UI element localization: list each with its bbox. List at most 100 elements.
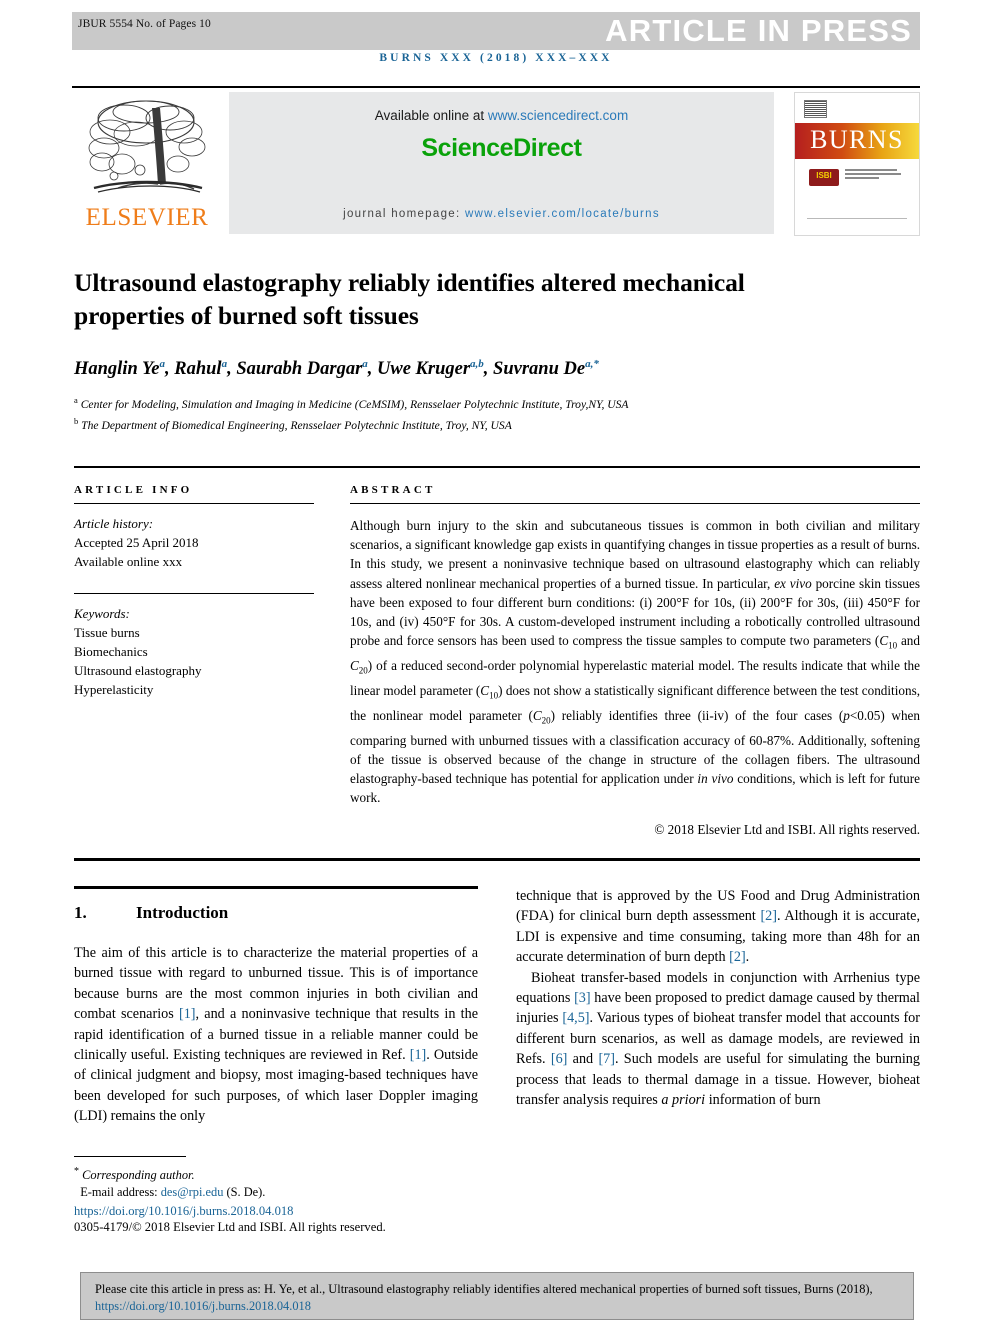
journal-homepage-url[interactable]: www.elsevier.com/locate/burns	[465, 208, 660, 220]
corresponding-author-note: * Corresponding author. E-mail address: …	[74, 1163, 478, 1201]
citation-ref-2b[interactable]: [2]	[729, 949, 746, 965]
intro-paragraph-right-1: technique that is approved by the US Foo…	[516, 886, 920, 968]
abstract-param-c20-sub: 20	[358, 665, 368, 676]
citation-ref-1b[interactable]: [1]	[410, 1047, 427, 1063]
citation-ref-3[interactable]: [3]	[574, 990, 591, 1006]
cite-doi-link[interactable]: https://doi.org/10.1016/j.burns.2018.04.…	[95, 1299, 311, 1313]
journal-homepage-line: journal homepage: www.elsevier.com/locat…	[229, 208, 774, 220]
abstract-heading: ABSTRACT	[350, 484, 436, 496]
intro-italic-apriori: a priori	[661, 1092, 706, 1109]
affiliation-b-text: The Department of Biomedical Engineering…	[81, 418, 512, 432]
affiliations: a Center for Modeling, Simulation and Im…	[74, 392, 904, 434]
journal-cover-thumbnail: BURNS ISBI	[794, 92, 920, 236]
abstract-param-c10b-sub: 10	[489, 690, 499, 701]
article-info-heading: ARTICLE INFO	[74, 484, 193, 496]
section-rule	[74, 886, 478, 889]
keywords-block: Keywords: Tissue burns Biomechanics Ultr…	[74, 604, 314, 699]
keyword-item: Tissue burns	[74, 625, 140, 640]
doi-link[interactable]: https://doi.org/10.1016/j.burns.2018.04.…	[74, 1204, 478, 1219]
citation-ref-4-5[interactable]: [4,5]	[562, 1010, 589, 1026]
keyword-item: Biomechanics	[74, 644, 148, 659]
abstract-italic-invivo: in vivo	[697, 771, 734, 786]
abstract-param-c20b: C	[532, 707, 542, 723]
cover-stamp-icon	[804, 100, 827, 118]
article-history-accepted: Accepted 25 April 2018	[74, 535, 199, 550]
abstract-param-c10b: C	[480, 682, 490, 698]
footnote-star: *	[74, 1166, 79, 1177]
email-link[interactable]: des@rpi.edu	[161, 1185, 224, 1199]
article-history-online: Available online xxx	[74, 554, 183, 569]
keywords-rule	[74, 593, 314, 594]
abstract-rule	[350, 503, 920, 504]
email-suffix: (S. De).	[223, 1185, 266, 1200]
citation-ref-6[interactable]: [6]	[551, 1051, 568, 1067]
intro-paragraph-left: The aim of this article is to characteri…	[74, 943, 478, 1127]
cite-text: Please cite this article in press as: H.…	[95, 1282, 873, 1296]
running-head: JBUR 5554 No. of Pages 10 ARTICLE IN PRE…	[72, 12, 920, 50]
footnote-block: * Corresponding author. E-mail address: …	[74, 1156, 478, 1235]
affiliation-a-text: Center for Modeling, Simulation and Imag…	[80, 397, 629, 411]
footnote-rule	[74, 1156, 186, 1157]
body-column-right: technique that is approved by the US Foo…	[516, 886, 920, 1110]
elsevier-tree-icon	[88, 100, 206, 193]
section-number: 1.	[74, 903, 87, 922]
abstract-column: ABSTRACT Although burn injury to the ski…	[350, 484, 920, 838]
abstract-param-c10-sub: 10	[888, 640, 898, 651]
article-info-column: ARTICLE INFO Article history: Accepted 2…	[74, 484, 314, 699]
journal-citation-line: BURNS XXX (2018) XXX–XXX	[379, 52, 613, 64]
email-label: E-mail address:	[80, 1185, 161, 1200]
available-online-label: Available online at	[374, 108, 488, 123]
section-heading-introduction: 1. Introduction	[74, 903, 478, 923]
abstract-seg-3: and	[897, 633, 920, 649]
issn-copyright-line: 0305-4179/© 2018 Elsevier Ltd and ISBI. …	[74, 1220, 386, 1235]
intro-right2-seg-4: and	[567, 1051, 599, 1068]
keyword-item: Ultrasound elastography	[74, 663, 202, 678]
author-list: Hanglin Yea, Rahula, Saurabh Dargara, Uw…	[74, 358, 599, 380]
keyword-item: Hyperelasticity	[74, 682, 154, 697]
cover-divider	[807, 218, 907, 219]
abstract-param-c10: C	[879, 633, 889, 649]
cover-journal-title: BURNS	[810, 125, 904, 154]
page-title: Ultrasound elastography reliably identif…	[74, 268, 745, 330]
citation-ref-7[interactable]: [7]	[598, 1051, 615, 1067]
affiliation-a: a Center for Modeling, Simulation and Im…	[74, 395, 629, 411]
article-in-press-text: ARTICLE IN PRESS	[605, 13, 912, 48]
journal-homepage-label: journal homepage:	[343, 208, 465, 220]
abstract-seg-6: ) reliably identifies three (ii-iv) of t…	[550, 707, 844, 723]
abstract-italic-p: p	[843, 707, 850, 723]
available-online-line: Available online at www.sciencedirect.co…	[229, 108, 774, 123]
article-history-block: Article history: Accepted 25 April 2018 …	[74, 514, 314, 571]
abstract-param-c20b-sub: 20	[541, 715, 551, 726]
info-section-top-rule	[74, 466, 920, 468]
isbi-badge: ISBI	[809, 169, 839, 186]
sciencedirect-logo: ScienceDirect	[421, 134, 582, 162]
article-id-label: JBUR 5554 No. of Pages 10	[78, 18, 211, 30]
abstract-italic-exvivo: ex vivo	[774, 575, 812, 591]
intro-right2-seg-6: information of burn	[705, 1092, 821, 1109]
cover-society-lines	[845, 169, 903, 181]
section-title: Introduction	[136, 903, 229, 922]
cite-this-article-text: Please cite this article in press as: H.…	[81, 1273, 913, 1315]
sciencedirect-banner: Available online at www.sciencedirect.co…	[229, 92, 774, 234]
intro-right-seg-3: .	[745, 949, 750, 966]
body-column-left: 1. Introduction The aim of this article i…	[74, 886, 478, 1127]
elsevier-wordmark: ELSEVIER	[85, 204, 209, 231]
affiliation-b: b The Department of Biomedical Engineeri…	[74, 415, 512, 432]
elsevier-logo: ELSEVIER	[74, 92, 220, 234]
corresponding-author-label: Corresponding author.	[82, 1168, 195, 1183]
keywords-label: Keywords:	[74, 606, 130, 621]
article-history-label: Article history:	[74, 516, 154, 531]
article-page: JBUR 5554 No. of Pages 10 ARTICLE IN PRE…	[0, 0, 992, 1323]
article-info-rule	[74, 503, 314, 504]
body-top-rule	[74, 858, 920, 861]
sciencedirect-url[interactable]: www.sciencedirect.com	[488, 108, 628, 123]
masthead: ELSEVIER Available online at www.science…	[72, 86, 920, 238]
abstract-copyright: © 2018 Elsevier Ltd and ISBI. All rights…	[654, 822, 920, 838]
isbi-badge-label: ISBI	[816, 171, 832, 180]
citation-ref-2[interactable]: [2]	[760, 908, 777, 924]
masthead-top-rule	[72, 86, 920, 88]
citation-ref-1[interactable]: [1]	[179, 1006, 196, 1022]
intro-paragraph-right-2: Bioheat transfer-based models in conjunc…	[516, 968, 920, 1111]
abstract-text: Although burn injury to the skin and sub…	[350, 516, 920, 807]
abstract-param-c20: C	[350, 658, 359, 674]
